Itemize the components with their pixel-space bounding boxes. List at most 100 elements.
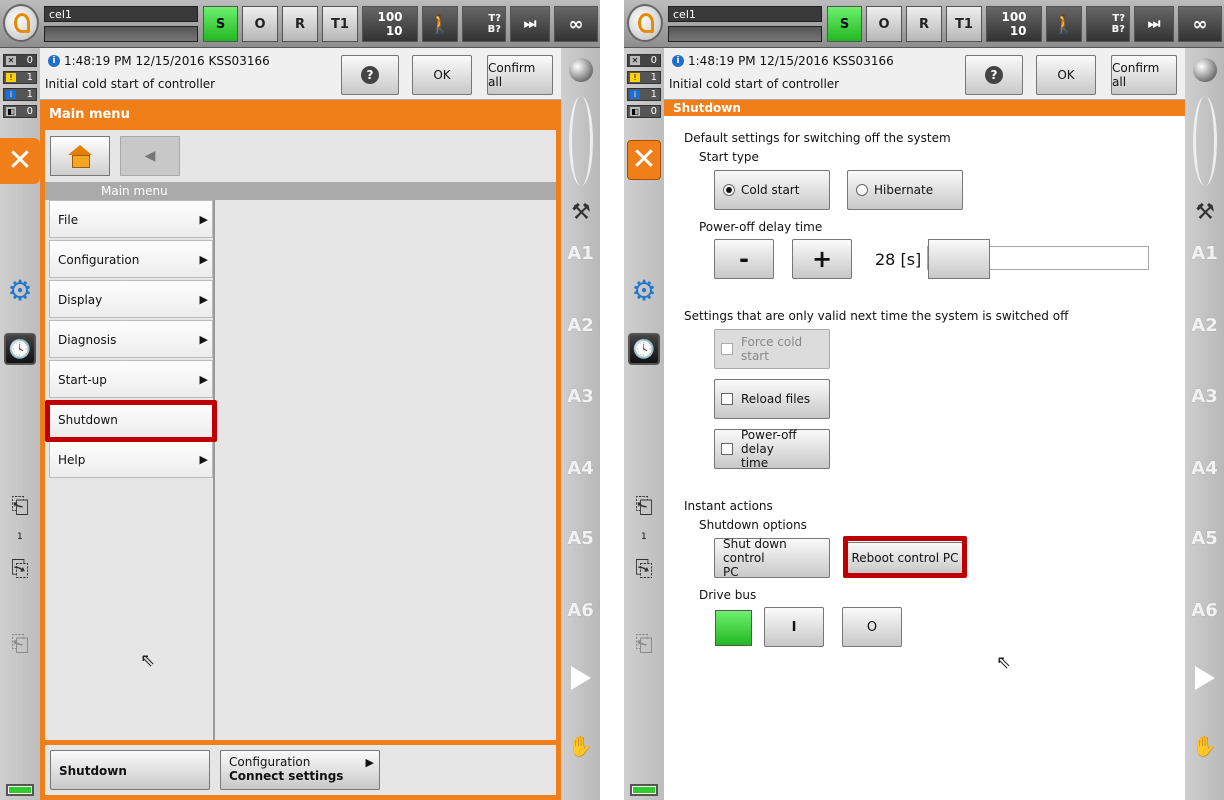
clock-icon[interactable]: 🕓 [628, 333, 660, 365]
axis-a1[interactable]: A1 [561, 243, 600, 264]
counter-warning[interactable]: ! 1 [627, 71, 661, 84]
menu-item-configuration[interactable]: Configuration ▶ [49, 240, 213, 278]
jog-arc-icon[interactable] [1193, 96, 1217, 186]
ok-button[interactable]: OK [412, 55, 472, 95]
reload-files-checkbox[interactable]: Reload files [714, 379, 830, 419]
axis-a6[interactable]: A6 [1185, 600, 1224, 621]
submit-interpreter-bar[interactable] [44, 26, 198, 42]
axis-a2[interactable]: A2 [1185, 315, 1224, 336]
close-menu-button[interactable]: ✕ [627, 140, 661, 180]
page-up-icon[interactable]: ⎗ [628, 490, 660, 522]
menu-item-start-up[interactable]: Start-up ▶ [49, 360, 213, 398]
help-button[interactable]: ? [965, 55, 1023, 95]
infinity-icon[interactable]: ∞ [554, 6, 598, 42]
drive-status-o[interactable]: O [866, 6, 902, 42]
menu-item-file[interactable]: File ▶ [49, 200, 213, 238]
override-display[interactable]: 100 10 [986, 6, 1042, 42]
gear-icon[interactable]: ⚙ [628, 274, 660, 307]
hand-icon[interactable]: ✋ [1185, 734, 1224, 758]
default-settings-heading: Default settings for switching off the s… [684, 131, 951, 145]
submit-status-s[interactable]: S [203, 6, 238, 42]
drive-bus-on-button[interactable]: I [764, 607, 824, 647]
shutdown-panel: Default settings for switching off the s… [664, 116, 1185, 800]
confirm-all-button[interactable]: Confirm all [487, 55, 553, 95]
checkbox-icon [721, 343, 733, 355]
drive-bus-off-button[interactable]: O [842, 607, 902, 647]
counter-ack[interactable]: ✕ 0 [627, 54, 661, 67]
robot-menu-icon[interactable] [627, 4, 663, 42]
operating-mode-t1[interactable]: T1 [946, 6, 982, 42]
delay-slider-thumb[interactable] [928, 239, 990, 279]
right-sidebar: ⚒ A1 A2 A3 A4 A5 A6 ✋ [1185, 48, 1224, 800]
help-button[interactable]: ? [341, 55, 399, 95]
operating-mode-t1[interactable]: T1 [322, 6, 358, 42]
menu-item-help[interactable]: Help ▶ [49, 440, 213, 478]
ok-button[interactable]: OK [1036, 55, 1096, 95]
robot-interpreter-r[interactable]: R [282, 6, 318, 42]
counter-dialog[interactable]: ◧ 0 [627, 105, 661, 118]
delay-slider-track[interactable] [927, 239, 1149, 279]
page-up-icon[interactable]: ⎗ [4, 490, 36, 522]
globe-icon[interactable] [1193, 58, 1217, 82]
submit-interpreter-bar[interactable] [668, 26, 822, 42]
robot-menu-icon[interactable] [3, 4, 39, 42]
info-icon: i [672, 55, 684, 67]
back-arrow-icon: ◀ [144, 148, 156, 164]
jog-override-value: 10 [1009, 24, 1027, 38]
robot-interpreter-r[interactable]: R [906, 6, 942, 42]
counter-dialog[interactable]: ◧ 0 [3, 105, 37, 118]
jog-arc-icon[interactable] [569, 96, 593, 186]
delay-increase-button[interactable]: + [792, 239, 852, 279]
play-icon[interactable] [1195, 666, 1215, 690]
walk-icon[interactable]: 🚶 [1046, 6, 1082, 42]
counter-info[interactable]: i1 [3, 88, 37, 101]
menu-item-display[interactable]: Display ▶ [49, 280, 213, 318]
configuration-shortcut-button[interactable]: Configuration Connect settings ▶ [220, 750, 380, 790]
fast-forward-icon[interactable]: ⏭ [1134, 6, 1174, 42]
robot-axis-icon[interactable]: ⚒ [1189, 196, 1221, 228]
clock-icon[interactable]: 🕓 [4, 333, 36, 365]
tool-base-display[interactable]: T? B? [1086, 6, 1130, 42]
axis-a5[interactable]: A5 [561, 528, 600, 549]
axis-a5[interactable]: A5 [1185, 528, 1224, 549]
axis-a2[interactable]: A2 [561, 315, 600, 336]
home-button[interactable] [50, 136, 110, 176]
shut-down-control-pc-button[interactable]: Shut down control PC [714, 537, 830, 579]
infinity-icon[interactable]: ∞ [1178, 6, 1222, 42]
override-display[interactable]: 100 10 [362, 6, 418, 42]
arrow-right-icon: ▶ [365, 756, 374, 769]
menu-item-diagnosis[interactable]: Diagnosis ▶ [49, 320, 213, 358]
fast-forward-icon[interactable]: ⏭ [510, 6, 550, 42]
submit-status-s[interactable]: S [827, 6, 862, 42]
start-type-label: Start type [699, 150, 759, 164]
axis-a1[interactable]: A1 [1185, 243, 1224, 264]
counter-warning[interactable]: ! 1 [3, 71, 37, 84]
power-off-delay-checkbox[interactable]: Power-off delay time [714, 428, 830, 470]
hand-icon[interactable]: ✋ [561, 734, 600, 758]
shutdown-shortcut-button[interactable]: Shutdown [50, 750, 210, 790]
axis-a4[interactable]: A4 [1185, 458, 1224, 479]
drive-status-o[interactable]: O [242, 6, 278, 42]
confirm-all-button[interactable]: Confirm all [1111, 55, 1177, 95]
cold-start-radio[interactable]: Cold start [714, 170, 830, 210]
page-down-icon[interactable]: ⎘ [4, 553, 36, 585]
page-down-icon[interactable]: ⎘ [628, 553, 660, 585]
counter-ack[interactable]: ✕ 0 [3, 54, 37, 67]
walk-icon[interactable]: 🚶 [422, 6, 458, 42]
gear-icon[interactable]: ⚙ [4, 274, 36, 307]
back-button[interactable]: ◀ [120, 136, 180, 176]
axis-a6[interactable]: A6 [561, 600, 600, 621]
force-cold-start-checkbox: Force cold start [714, 329, 830, 369]
axis-a4[interactable]: A4 [561, 458, 600, 479]
play-icon[interactable] [571, 666, 591, 690]
axis-a3[interactable]: A3 [561, 386, 600, 407]
message-text: Initial cold start of controller [669, 77, 840, 91]
hibernate-radio[interactable]: Hibernate [847, 170, 963, 210]
tool-base-display[interactable]: T? B? [462, 6, 506, 42]
counter-info[interactable]: i1 [627, 88, 661, 101]
globe-icon[interactable] [569, 58, 593, 82]
axis-a3[interactable]: A3 [1185, 386, 1224, 407]
delay-decrease-button[interactable]: - [714, 239, 774, 279]
robot-axis-icon[interactable]: ⚒ [565, 196, 597, 228]
close-menu-button[interactable]: ✕ [0, 138, 40, 184]
